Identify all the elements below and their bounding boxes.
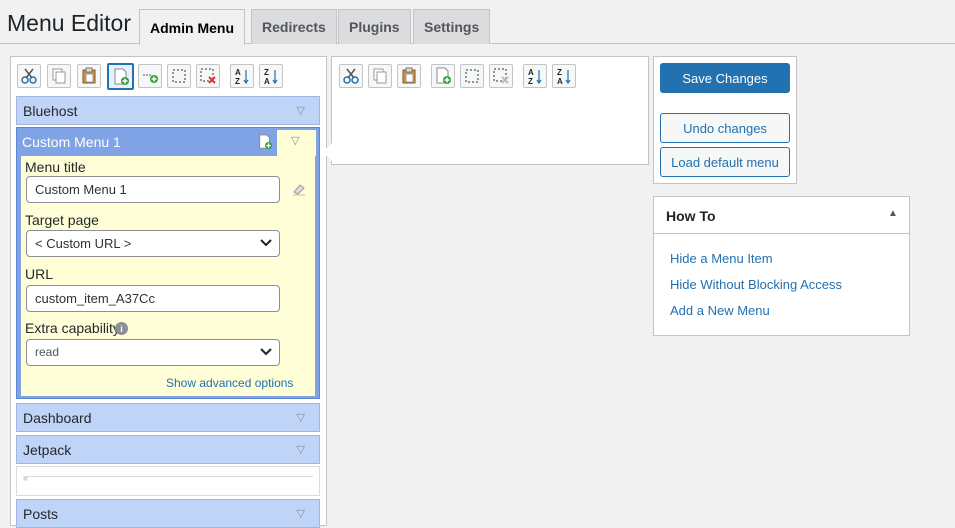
- cut-icon: [343, 68, 359, 84]
- menu-separator[interactable]: «: [16, 466, 320, 496]
- how-to-header[interactable]: How To ▲: [654, 197, 909, 234]
- submenu-sort-descending-button[interactable]: ZA: [552, 64, 576, 88]
- chevron-down-icon: [260, 348, 272, 356]
- new-menu-button[interactable]: [107, 63, 134, 90]
- paste-button[interactable]: [77, 64, 101, 88]
- copy-icon: [373, 68, 387, 84]
- submenu-paste-button[interactable]: [397, 64, 421, 88]
- menu-item-label: Posts: [23, 505, 59, 522]
- delete-icon: [493, 68, 509, 84]
- how-to-link-hide-without-blocking[interactable]: Hide Without Blocking Access: [670, 277, 842, 292]
- chevron-down-icon: [260, 239, 272, 247]
- svg-text:A: A: [264, 77, 270, 85]
- menu-title-input[interactable]: Custom Menu 1: [26, 176, 280, 203]
- svg-text:Z: Z: [528, 77, 533, 85]
- target-page-select[interactable]: < Custom URL >: [26, 230, 280, 257]
- panel-pointer: [323, 143, 332, 161]
- target-page-label: Target page: [25, 212, 99, 228]
- cut-icon: [21, 68, 37, 84]
- how-to-link-hide-menu-item[interactable]: Hide a Menu Item: [670, 251, 773, 266]
- info-icon[interactable]: i: [115, 322, 128, 335]
- separator-icon: «: [23, 473, 29, 483]
- delete-icon: [200, 68, 216, 84]
- how-to-box: How To ▲ Hide a Menu Item Hide Without B…: [653, 196, 910, 336]
- svg-text:Z: Z: [557, 68, 562, 77]
- submenu-new-item-button[interactable]: [431, 64, 455, 88]
- copy-button[interactable]: [47, 64, 71, 88]
- collapse-arrow-icon[interactable]: ▲: [888, 208, 898, 219]
- new-separator-icon: [143, 74, 158, 83]
- hide-button[interactable]: [167, 64, 191, 88]
- reset-title-button[interactable]: [291, 182, 307, 199]
- menu-item-dashboard[interactable]: Dashboard ▽: [16, 403, 320, 432]
- submenu-hide-button[interactable]: [460, 64, 484, 88]
- copy-icon: [52, 68, 66, 84]
- svg-text:A: A: [557, 77, 563, 85]
- extra-capability-label: Extra capability: [25, 320, 120, 336]
- sort-descending-button[interactable]: ZA: [259, 64, 283, 88]
- hide-icon: [172, 69, 186, 83]
- delete-button[interactable]: [196, 64, 220, 88]
- menu-item-jetpack[interactable]: Jetpack ▽: [16, 435, 320, 464]
- hide-icon: [465, 69, 479, 83]
- tab-admin-menu[interactable]: Admin Menu: [139, 9, 245, 45]
- undo-changes-button[interactable]: Undo changes: [660, 113, 790, 143]
- menu-item-editor: Menu title Custom Menu 1 Target page < C…: [21, 156, 315, 396]
- new-separator-button[interactable]: [138, 64, 162, 88]
- extra-capability-select[interactable]: read: [26, 339, 280, 366]
- separator-line: [23, 476, 313, 477]
- collapse-toggle[interactable]: ▽: [277, 130, 316, 156]
- svg-text:Z: Z: [264, 68, 269, 77]
- show-advanced-options-link[interactable]: Show advanced options: [166, 376, 293, 390]
- svg-text:Z: Z: [235, 77, 240, 85]
- menu-item-label: Bluehost: [23, 102, 78, 119]
- expand-arrow-icon[interactable]: ▽: [297, 443, 305, 456]
- menu-item-label: Dashboard: [23, 409, 92, 426]
- load-default-menu-button[interactable]: Load default menu: [660, 147, 790, 177]
- new-menu-icon: [114, 68, 129, 85]
- extra-capability-value: read: [35, 345, 60, 359]
- tab-redirects[interactable]: Redirects: [251, 9, 337, 44]
- url-input[interactable]: custom_item_A37Cc: [26, 285, 280, 312]
- svg-text:A: A: [528, 68, 534, 77]
- url-label: URL: [25, 266, 54, 282]
- tab-plugins[interactable]: Plugins: [338, 9, 411, 44]
- sort-descending-icon: ZA: [264, 68, 278, 85]
- menu-item-bluehost[interactable]: Bluehost ▽: [16, 96, 320, 125]
- save-changes-button[interactable]: Save Changes: [660, 63, 790, 93]
- actions-box: Save Changes Undo changes Load default m…: [653, 56, 797, 184]
- sort-descending-icon: ZA: [557, 68, 571, 85]
- menu-item-header[interactable]: Custom Menu 1 ▽: [17, 128, 319, 156]
- submenu-sort-ascending-button[interactable]: AZ: [523, 64, 547, 88]
- paste-icon: [82, 67, 96, 84]
- sort-ascending-icon: AZ: [235, 68, 249, 85]
- sort-ascending-button[interactable]: AZ: [230, 64, 254, 88]
- page-title: Menu Editor: [7, 10, 132, 36]
- submenu-delete-button[interactable]: [489, 64, 513, 88]
- how-to-title: How To: [666, 208, 716, 224]
- tab-settings[interactable]: Settings: [413, 9, 491, 44]
- submenu-copy-button[interactable]: [368, 64, 392, 88]
- collapse-arrow-icon: ▽: [291, 135, 300, 147]
- new-menu-icon: [259, 134, 273, 150]
- expand-arrow-icon[interactable]: ▽: [297, 411, 305, 424]
- menu-title-label: Menu title: [25, 159, 86, 175]
- paste-icon: [402, 67, 416, 84]
- eraser-icon: [293, 184, 305, 196]
- add-submenu-button[interactable]: [257, 134, 273, 153]
- menu-item-label: Custom Menu 1: [22, 134, 121, 150]
- how-to-link-add-new-menu[interactable]: Add a New Menu: [670, 303, 770, 318]
- target-page-value: < Custom URL >: [35, 236, 132, 251]
- submenu-cut-button[interactable]: [339, 64, 363, 88]
- expand-arrow-icon[interactable]: ▽: [297, 507, 305, 520]
- menu-item-label: Jetpack: [23, 441, 72, 458]
- expand-arrow-icon[interactable]: ▽: [297, 104, 305, 117]
- svg-text:A: A: [235, 68, 241, 77]
- cut-button[interactable]: [17, 64, 41, 88]
- menu-item-custom-menu-1[interactable]: Custom Menu 1 ▽ Menu title Custom Menu 1…: [16, 127, 320, 399]
- new-menu-icon: [436, 67, 451, 84]
- sort-ascending-icon: AZ: [528, 68, 542, 85]
